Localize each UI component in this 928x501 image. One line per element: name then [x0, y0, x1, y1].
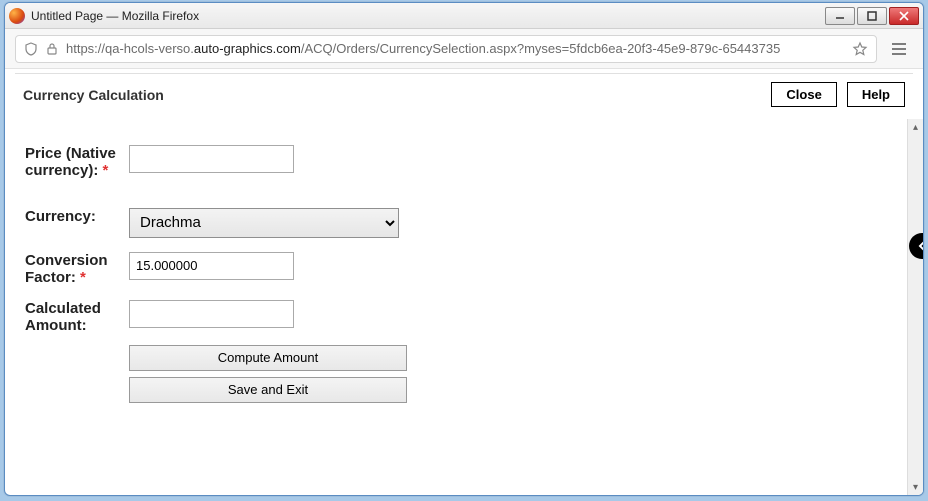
app-menu-button[interactable]	[885, 35, 913, 63]
price-label: Price (Native currency): *	[25, 145, 129, 180]
shield-icon	[24, 42, 38, 56]
window-controls	[823, 7, 919, 25]
row-currency: Currency: Drachma	[25, 208, 903, 238]
chevron-left-icon	[917, 241, 924, 251]
titlebar: Untitled Page — Mozilla Firefox	[5, 3, 923, 29]
price-input[interactable]	[129, 145, 294, 173]
firefox-icon	[9, 8, 25, 24]
page-content: Currency Calculation Close Help Price (N…	[15, 73, 913, 413]
close-button[interactable]: Close	[771, 82, 836, 107]
maximize-button[interactable]	[857, 7, 887, 25]
maximize-icon	[867, 11, 877, 21]
form-actions: Compute Amount Save and Exit	[129, 345, 903, 403]
page-title: Currency Calculation	[23, 87, 761, 103]
save-and-exit-button[interactable]: Save and Exit	[129, 377, 407, 403]
url-prefix: https://qa-hcols-verso.	[66, 41, 194, 56]
close-icon	[899, 11, 909, 21]
currency-label: Currency:	[25, 208, 129, 225]
close-window-button[interactable]	[889, 7, 919, 25]
urlbar-row: https://qa-hcols-verso.auto-graphics.com…	[5, 29, 923, 69]
url-suffix: /ACQ/Orders/CurrencySelection.aspx?myses…	[301, 41, 780, 56]
conversion-label-text: Conversion Factor:	[25, 252, 108, 286]
bookmark-star-icon[interactable]	[852, 41, 868, 57]
page-header: Currency Calculation Close Help	[15, 74, 913, 115]
page-viewport: ▴ ▾ Currency Calculation Close Help Pric…	[5, 69, 923, 495]
row-price: Price (Native currency): *	[25, 145, 903, 180]
compute-amount-button[interactable]: Compute Amount	[129, 345, 407, 371]
calculated-label: Calculated Amount:	[25, 300, 129, 335]
url-host: auto-graphics.com	[194, 41, 301, 56]
currency-select[interactable]: Drachma	[129, 208, 399, 238]
required-mark: *	[103, 162, 109, 179]
url-text: https://qa-hcols-verso.auto-graphics.com…	[66, 41, 844, 56]
url-bar[interactable]: https://qa-hcols-verso.auto-graphics.com…	[15, 35, 877, 63]
minimize-button[interactable]	[825, 7, 855, 25]
calculated-input[interactable]	[129, 300, 294, 328]
row-calculated: Calculated Amount:	[25, 300, 903, 335]
currency-form: Price (Native currency): * Currency: Dra…	[15, 115, 913, 413]
hamburger-icon	[891, 42, 907, 56]
scroll-down-arrow-icon[interactable]: ▾	[908, 479, 923, 495]
help-button[interactable]: Help	[847, 82, 905, 107]
lock-icon	[46, 42, 58, 56]
minimize-icon	[835, 11, 845, 21]
required-mark: *	[80, 269, 86, 286]
conversion-label: Conversion Factor: *	[25, 252, 129, 287]
browser-window: Untitled Page — Mozilla Firefox https://…	[4, 2, 924, 496]
row-conversion: Conversion Factor: *	[25, 252, 903, 287]
conversion-input[interactable]	[129, 252, 294, 280]
window-title: Untitled Page — Mozilla Firefox	[31, 9, 823, 23]
